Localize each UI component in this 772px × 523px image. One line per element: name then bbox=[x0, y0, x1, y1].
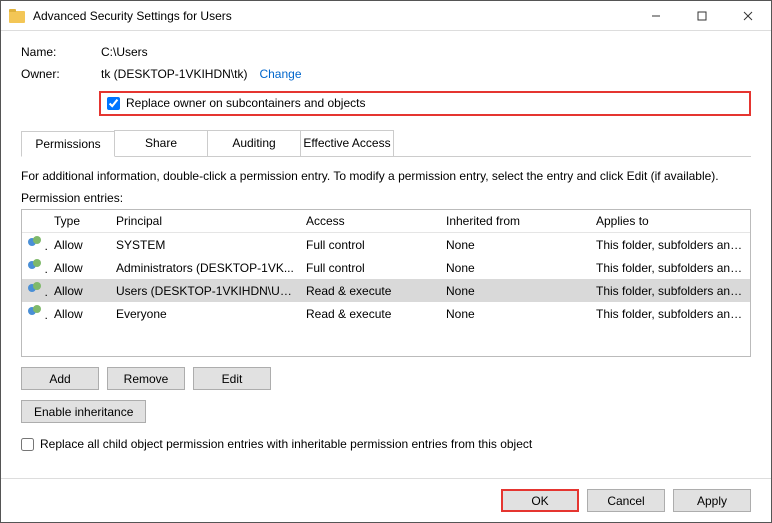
window-title: Advanced Security Settings for Users bbox=[33, 9, 633, 23]
row-type: Allow bbox=[48, 279, 110, 302]
owner-value: tk (DESKTOP-1VKIHDN\tk) bbox=[101, 67, 247, 81]
row-inherited: None bbox=[440, 302, 590, 325]
enable-inheritance-button[interactable]: Enable inheritance bbox=[21, 400, 146, 423]
table-row[interactable]: AllowSYSTEMFull controlNoneThis folder, … bbox=[22, 233, 750, 257]
people-icon bbox=[28, 305, 44, 319]
people-icon bbox=[28, 282, 44, 296]
replace-children-checkbox[interactable] bbox=[21, 438, 34, 451]
col-applies[interactable]: Applies to bbox=[590, 210, 750, 233]
tab-effective-access[interactable]: Effective Access bbox=[300, 130, 394, 156]
info-text: For additional information, double-click… bbox=[21, 169, 751, 183]
replace-owner-checkbox[interactable] bbox=[107, 97, 120, 110]
row-principal: Users (DESKTOP-1VKIHDN\Us... bbox=[110, 279, 300, 302]
row-inherited: None bbox=[440, 256, 590, 279]
row-applies: This folder, subfolders and files bbox=[590, 233, 750, 257]
row-principal: Administrators (DESKTOP-1VK... bbox=[110, 256, 300, 279]
permission-entries-grid[interactable]: Type Principal Access Inherited from App… bbox=[21, 209, 751, 357]
close-button[interactable] bbox=[725, 1, 771, 31]
row-type: Allow bbox=[48, 302, 110, 325]
owner-label: Owner: bbox=[21, 67, 101, 81]
row-type: Allow bbox=[48, 256, 110, 279]
replace-owner-label: Replace owner on subcontainers and objec… bbox=[126, 96, 365, 110]
row-inherited: None bbox=[440, 279, 590, 302]
col-access[interactable]: Access bbox=[300, 210, 440, 233]
people-icon bbox=[28, 259, 44, 273]
grid-header-row: Type Principal Access Inherited from App… bbox=[22, 210, 750, 233]
minimize-button[interactable] bbox=[633, 1, 679, 31]
table-row[interactable]: AllowEveryoneRead & executeNoneThis fold… bbox=[22, 302, 750, 325]
col-inherited[interactable]: Inherited from bbox=[440, 210, 590, 233]
row-access: Full control bbox=[300, 256, 440, 279]
add-button[interactable]: Add bbox=[21, 367, 99, 390]
people-icon bbox=[28, 236, 44, 250]
row-inherited: None bbox=[440, 233, 590, 257]
row-applies: This folder, subfolders and files bbox=[590, 256, 750, 279]
row-access: Read & execute bbox=[300, 279, 440, 302]
row-access: Full control bbox=[300, 233, 440, 257]
replace-children-checkbox-row[interactable]: Replace all child object permission entr… bbox=[21, 437, 751, 451]
entries-label: Permission entries: bbox=[21, 191, 751, 205]
row-applies: This folder, subfolders and files bbox=[590, 279, 750, 302]
ok-button[interactable]: OK bbox=[501, 489, 579, 512]
tab-permissions[interactable]: Permissions bbox=[21, 131, 115, 157]
folder-icon bbox=[9, 9, 25, 23]
cancel-button[interactable]: Cancel bbox=[587, 489, 665, 512]
row-type: Allow bbox=[48, 233, 110, 257]
remove-button[interactable]: Remove bbox=[107, 367, 185, 390]
replace-children-label: Replace all child object permission entr… bbox=[40, 437, 532, 451]
content-area: Name: C:\Users Owner: tk (DESKTOP-1VKIHD… bbox=[1, 31, 771, 478]
table-row[interactable]: AllowAdministrators (DESKTOP-1VK...Full … bbox=[22, 256, 750, 279]
row-applies: This folder, subfolders and files bbox=[590, 302, 750, 325]
window-controls bbox=[633, 1, 771, 31]
tab-share[interactable]: Share bbox=[114, 130, 208, 156]
maximize-button[interactable] bbox=[679, 1, 725, 31]
change-owner-link[interactable]: Change bbox=[259, 67, 301, 81]
col-type[interactable]: Type bbox=[48, 210, 110, 233]
table-row[interactable]: AllowUsers (DESKTOP-1VKIHDN\Us...Read & … bbox=[22, 279, 750, 302]
apply-button[interactable]: Apply bbox=[673, 489, 751, 512]
edit-button[interactable]: Edit bbox=[193, 367, 271, 390]
row-principal: Everyone bbox=[110, 302, 300, 325]
name-label: Name: bbox=[21, 45, 101, 59]
titlebar: Advanced Security Settings for Users bbox=[1, 1, 771, 31]
col-principal[interactable]: Principal bbox=[110, 210, 300, 233]
replace-owner-checkbox-row[interactable]: Replace owner on subcontainers and objec… bbox=[99, 91, 751, 116]
tab-auditing[interactable]: Auditing bbox=[207, 130, 301, 156]
name-value: C:\Users bbox=[101, 45, 148, 59]
row-principal: SYSTEM bbox=[110, 233, 300, 257]
dialog-footer: OK Cancel Apply bbox=[1, 478, 771, 522]
tabs: Permissions Share Auditing Effective Acc… bbox=[21, 130, 751, 157]
row-access: Read & execute bbox=[300, 302, 440, 325]
